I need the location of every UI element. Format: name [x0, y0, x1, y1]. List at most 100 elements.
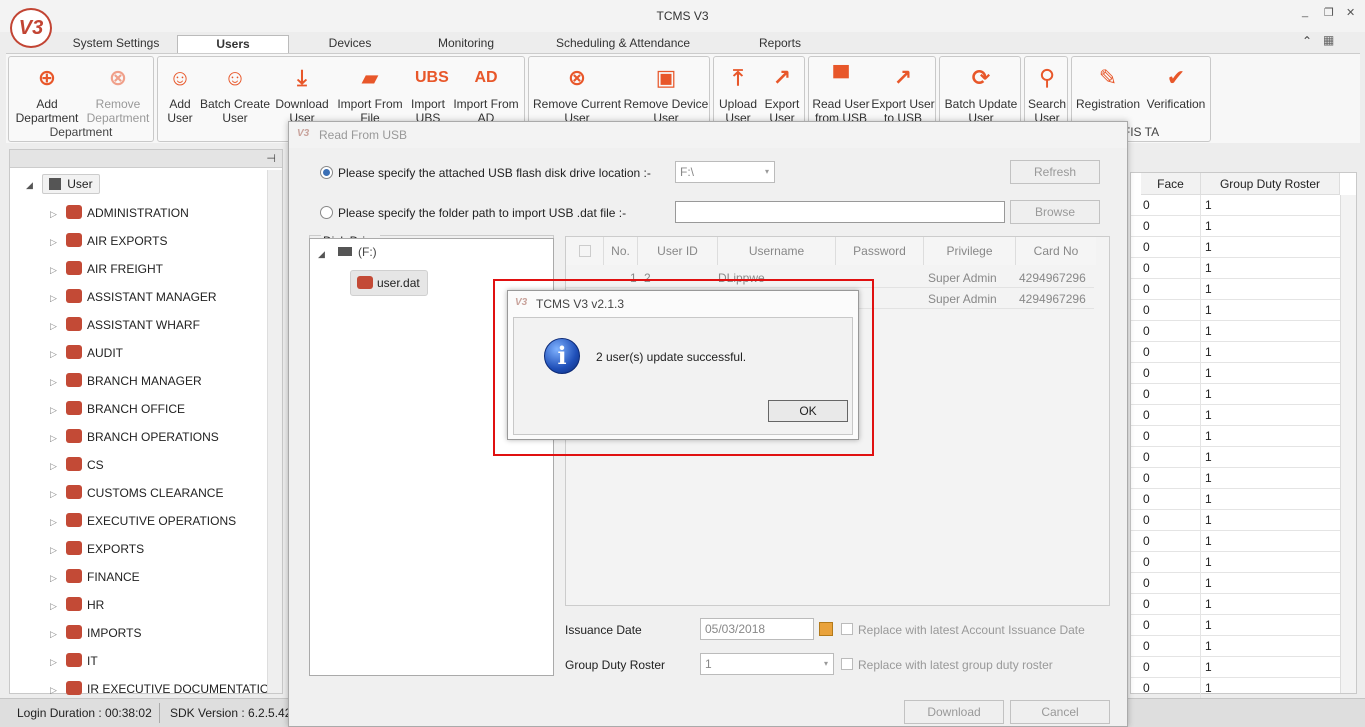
usb-grid-scrollbar[interactable] — [1095, 265, 1109, 605]
table-row[interactable]: 01 — [1131, 342, 1341, 363]
verification-button[interactable]: ✔ Verification — [1142, 61, 1210, 111]
folder-path-radio[interactable] — [320, 206, 333, 219]
export-user-to-usb-button[interactable]: ↗ Export User to USB — [871, 61, 935, 125]
col-username[interactable]: Username — [718, 237, 836, 265]
tree-node[interactable]: ▷ CS — [50, 455, 104, 475]
table-row[interactable]: 01 — [1131, 279, 1341, 300]
tree-node[interactable]: ▷ BRANCH OFFICE — [50, 399, 185, 419]
roster-column-header[interactable]: Group Duty Roster — [1201, 173, 1340, 195]
cancel-button[interactable]: Cancel — [1010, 700, 1110, 724]
tab-monitoring[interactable]: Monitoring — [416, 35, 516, 55]
collapse-ribbon-icon[interactable]: ⌃ — [1302, 34, 1312, 48]
table-row[interactable]: 01 — [1131, 363, 1341, 384]
layout-icon[interactable]: ▦ — [1323, 33, 1334, 47]
group-duty-roster-select[interactable]: 1 ▾ — [700, 653, 834, 675]
col-user-id[interactable]: User ID — [638, 237, 718, 265]
tree-root[interactable]: ◢ User — [26, 174, 100, 194]
download-user-button[interactable]: ⤓ Download User — [272, 61, 332, 125]
replace-issuance-checkbox[interactable] — [841, 623, 853, 635]
batch-create-user-button[interactable]: ☺ Batch Create User — [200, 61, 270, 125]
tree-node[interactable]: ▷ IMPORTS — [50, 623, 141, 643]
table-row[interactable]: 01 — [1131, 447, 1341, 468]
table-row[interactable]: 01 — [1131, 216, 1341, 237]
upload-user-button[interactable]: ⤒ Upload User — [716, 61, 760, 125]
table-row[interactable]: 01 — [1131, 615, 1341, 636]
table-row[interactable]: 01 — [1131, 657, 1341, 678]
table-row[interactable]: 01 — [1131, 258, 1341, 279]
issuance-date-input[interactable]: 05/03/2018 — [700, 618, 814, 640]
tree-scrollbar[interactable] — [267, 170, 282, 693]
tree-node[interactable]: ▷ BRANCH OPERATIONS — [50, 427, 219, 447]
table-row[interactable]: 01 — [1131, 510, 1341, 531]
tree-node[interactable]: ▷ ADMINISTRATION — [50, 203, 189, 223]
tree-node[interactable]: ▷ EXPORTS — [50, 539, 144, 559]
folder-path-input[interactable] — [675, 201, 1005, 223]
minimize-button[interactable]: _ — [1302, 6, 1308, 18]
remove-department-button[interactable]: ⊗ Remove Department — [83, 61, 153, 125]
import-from-ad-button[interactable]: AD Import From AD — [450, 61, 522, 125]
tree-node[interactable]: ▷ FINANCE — [50, 567, 140, 587]
remove-device-user-button[interactable]: ▣ Remove Device User — [623, 61, 709, 125]
registration-button[interactable]: ✎ Registration — [1074, 61, 1142, 111]
tree-node[interactable]: ▷ AUDIT — [50, 343, 123, 363]
import-ubs-button[interactable]: UBS Import UBS — [406, 61, 450, 125]
pin-icon[interactable]: ⊣ — [266, 152, 276, 165]
calendar-icon[interactable] — [819, 622, 833, 636]
tree-node[interactable]: ▷ AIR EXPORTS — [50, 231, 167, 251]
tree-node[interactable]: ▷ HR — [50, 595, 104, 615]
batch-update-user-button[interactable]: ⟳ Batch Update User — [942, 61, 1020, 125]
browse-button[interactable]: Browse — [1010, 200, 1100, 224]
add-user-button[interactable]: ☺ Add User — [160, 61, 200, 125]
restore-button[interactable]: ❐ — [1324, 6, 1334, 19]
col-password[interactable]: Password — [836, 237, 924, 265]
close-button[interactable]: ✕ — [1346, 6, 1355, 19]
table-row[interactable]: 01 — [1131, 531, 1341, 552]
table-row[interactable]: 01 — [1131, 426, 1341, 447]
table-row[interactable]: 01 — [1131, 195, 1341, 216]
table-row[interactable]: 01 — [1131, 594, 1341, 615]
table-row[interactable]: 01 — [1131, 237, 1341, 258]
select-all-checkbox[interactable] — [566, 237, 604, 265]
usb-drive-radio[interactable] — [320, 166, 333, 179]
face-column-header[interactable]: Face — [1141, 173, 1201, 195]
tree-node[interactable]: ▷ ASSISTANT MANAGER — [50, 287, 217, 307]
tab-users[interactable]: Users — [177, 35, 289, 55]
add-department-button[interactable]: ⊕ Add Department — [11, 61, 83, 125]
tab-system-settings[interactable]: System Settings — [60, 35, 172, 55]
table-row[interactable]: 01 — [1131, 573, 1341, 594]
import-from-file-button[interactable]: ▰ Import From File — [334, 61, 406, 125]
table-row[interactable]: 01 — [1131, 321, 1341, 342]
drive-node[interactable]: (F:) — [338, 245, 377, 259]
tree-node[interactable]: ▷ BRANCH MANAGER — [50, 371, 202, 391]
tree-node[interactable]: ▷ EXECUTIVE OPERATIONS — [50, 511, 236, 531]
col-privilege[interactable]: Privilege — [924, 237, 1016, 265]
export-user-button[interactable]: ↗ Export User — [760, 61, 804, 125]
col-card-no[interactable]: Card No — [1016, 237, 1096, 265]
tree-node[interactable]: ▷ IT — [50, 651, 98, 671]
replace-roster-checkbox[interactable] — [841, 658, 853, 670]
table-row[interactable]: 01 — [1131, 552, 1341, 573]
tab-devices[interactable]: Devices — [300, 35, 400, 55]
tab-scheduling-attendance[interactable]: Scheduling & Attendance — [540, 35, 706, 55]
grid-scrollbar[interactable] — [1340, 195, 1356, 693]
table-row[interactable]: 01 — [1131, 678, 1341, 699]
table-row[interactable]: 01 — [1131, 468, 1341, 489]
table-row[interactable]: 01 — [1131, 384, 1341, 405]
read-user-from-usb-button[interactable]: ▀ Read User from USB — [811, 61, 871, 125]
remove-current-user-button[interactable]: ⊗ Remove Current User — [531, 61, 623, 125]
col-no[interactable]: No. — [604, 237, 638, 265]
drive-select[interactable]: F:\ ▾ — [675, 161, 775, 183]
search-user-button[interactable]: ⚲ Search User — [1026, 61, 1068, 125]
refresh-button[interactable]: Refresh — [1010, 160, 1100, 184]
tab-reports[interactable]: Reports — [740, 35, 820, 55]
tree-node[interactable]: ▷ IR EXECUTIVE DOCUMENTATION — [50, 679, 278, 699]
table-row[interactable]: 01 — [1131, 636, 1341, 657]
tree-node[interactable]: ▷ CUSTOMS CLEARANCE — [50, 483, 223, 503]
download-button[interactable]: Download — [904, 700, 1004, 724]
tree-node[interactable]: ▷ ASSISTANT WHARF — [50, 315, 200, 335]
tree-node[interactable]: ▷ AIR FREIGHT — [50, 259, 163, 279]
table-row[interactable]: 01 — [1131, 300, 1341, 321]
table-row[interactable]: 01 — [1131, 489, 1341, 510]
table-row[interactable]: 01 — [1131, 405, 1341, 426]
user-dat-file-node[interactable]: user.dat — [350, 270, 428, 296]
